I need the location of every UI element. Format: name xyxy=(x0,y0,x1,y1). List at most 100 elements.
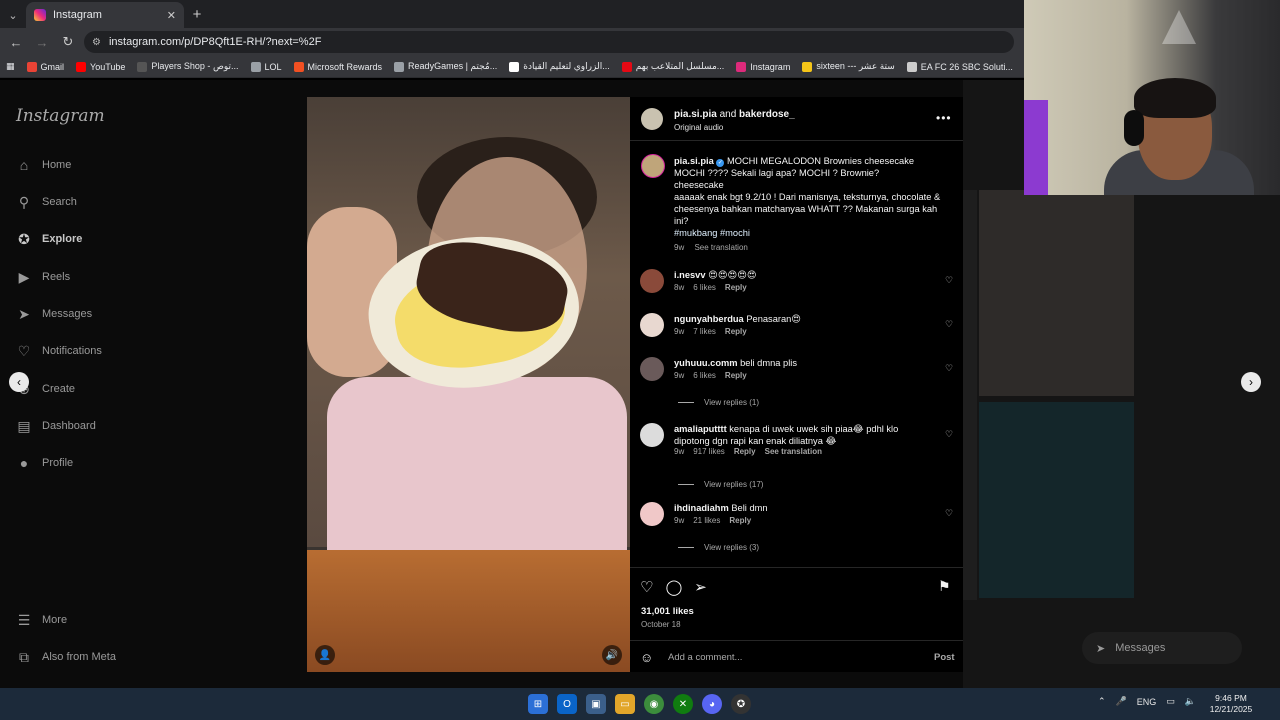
commenter-username[interactable]: amaliaputttt xyxy=(674,424,727,434)
sidebar-item-explore[interactable]: ✪ Explore xyxy=(16,231,82,247)
caption-hashtags[interactable]: #mukbang #mochi xyxy=(674,228,750,238)
sidebar-item-messages[interactable]: ➤ Messages xyxy=(16,306,92,322)
bookmark-item[interactable]: LOL xyxy=(250,61,282,72)
microphone-icon[interactable]: 🎤 xyxy=(1116,696,1127,707)
reply-button[interactable]: Reply xyxy=(725,371,747,380)
bookmark-item[interactable]: Microsoft Rewards xyxy=(293,61,382,72)
comment-likes[interactable]: 917 likes xyxy=(693,447,725,456)
site-info-icon[interactable]: ⚙ xyxy=(92,37,101,48)
authors-conjunction: and xyxy=(719,109,737,120)
start-windows-icon[interactable]: ⊞ xyxy=(528,694,548,714)
comment-likes[interactable]: 21 likes xyxy=(693,516,720,525)
sidebar-item-profile[interactable]: ● Profile xyxy=(16,455,73,471)
bookmark-item[interactable]: YouTube xyxy=(76,61,125,72)
commenter-avatar[interactable] xyxy=(640,269,664,293)
likes-count[interactable]: 31,001 likes xyxy=(641,606,694,617)
comment-icon[interactable]: ◯ xyxy=(665,578,682,596)
audio-link[interactable]: Original audio xyxy=(674,123,723,132)
post-comment-button[interactable]: Post xyxy=(934,652,955,663)
sidebar-item-reels[interactable]: ▶ Reels xyxy=(16,269,71,285)
language-indicator[interactable]: ENG xyxy=(1137,697,1157,707)
store-icon[interactable]: ▣ xyxy=(586,694,606,714)
commenter-username[interactable]: ngunyahberdua xyxy=(674,314,744,324)
comment-like-heart-icon[interactable]: ♡ xyxy=(945,508,953,519)
like-heart-icon[interactable]: ♡ xyxy=(640,578,653,596)
outlook-icon[interactable]: O xyxy=(557,694,577,714)
previous-post-button[interactable]: ‹ xyxy=(9,372,29,392)
next-post-button[interactable]: › xyxy=(1241,372,1261,392)
comment-like-heart-icon[interactable]: ♡ xyxy=(945,429,953,440)
chevron-up-icon[interactable]: ⌃ xyxy=(1098,696,1106,707)
address-bar[interactable]: ⚙ instagram.com/p/DP8Qft1E-RH/?next=%2F xyxy=(84,31,1014,53)
bookmark-item[interactable]: Instagram xyxy=(736,61,790,72)
see-translation-link[interactable]: See translation xyxy=(694,243,747,252)
commenter-username[interactable]: i.nesvv xyxy=(674,270,706,280)
forward-arrow-icon[interactable]: → xyxy=(32,32,52,52)
sidebar-item-dashboard[interactable]: ▤ Dashboard xyxy=(16,418,95,434)
coauthor-link[interactable]: bakerdose_ xyxy=(739,109,795,120)
comment-likes[interactable]: 6 likes xyxy=(693,371,716,380)
bookmark-item[interactable]: Players Shop - توص... xyxy=(137,61,239,72)
new-tab-button[interactable]: + xyxy=(184,2,210,28)
commenter-avatar[interactable] xyxy=(640,502,664,526)
volume-icon[interactable]: 🔊 xyxy=(602,645,622,665)
comment-likes[interactable]: 7 likes xyxy=(693,327,716,336)
sidebar-item-more[interactable]: ☰ More xyxy=(16,612,67,628)
commenter-avatar[interactable] xyxy=(640,313,664,337)
tab-close-icon[interactable]: ✕ xyxy=(167,9,176,22)
sidebar-item-notifications[interactable]: ♡ Notifications xyxy=(16,343,102,359)
comment-like-heart-icon[interactable]: ♡ xyxy=(945,363,953,374)
network-icon[interactable]: ▭ xyxy=(1166,696,1175,707)
reload-icon[interactable]: ↻ xyxy=(58,32,78,52)
view-replies-button[interactable]: View replies (3) xyxy=(678,543,759,552)
reply-button[interactable]: Reply xyxy=(729,516,751,525)
sidebar-item-also-from-meta[interactable]: ⧉ Also from Meta xyxy=(16,649,116,665)
author-avatar[interactable] xyxy=(641,108,663,130)
xbox-icon[interactable]: ✕ xyxy=(673,694,693,714)
instagram-logo[interactable]: Instagram xyxy=(16,106,105,126)
more-options-icon[interactable]: ••• xyxy=(936,111,952,125)
see-translation-link[interactable]: See translation xyxy=(765,447,822,456)
apps-grid-icon[interactable]: ▦ xyxy=(6,61,15,72)
bookmark-item[interactable]: الزراوي لتعليم القيادة... xyxy=(509,61,610,72)
reply-button[interactable]: Reply xyxy=(725,283,747,292)
commenter-avatar[interactable] xyxy=(640,357,664,381)
bookmark-item[interactable]: ReadyGames | مُجتم... xyxy=(394,61,497,72)
author-link[interactable]: pia.si.pia xyxy=(674,109,717,120)
save-bookmark-icon[interactable]: ⚑ xyxy=(938,578,951,595)
tab-search-button[interactable]: ⌄ xyxy=(0,2,26,28)
commenter-username[interactable]: yuhuuu.comm xyxy=(674,358,738,368)
view-replies-button[interactable]: View replies (1) xyxy=(678,398,759,407)
reply-button[interactable]: Reply xyxy=(725,327,747,336)
caption-author-avatar[interactable] xyxy=(641,154,665,178)
commenter-username[interactable]: ihdinadiahm xyxy=(674,503,729,513)
sidebar-item-home[interactable]: ⌂ Home xyxy=(16,157,72,173)
comment-likes[interactable]: 6 likes xyxy=(693,283,716,292)
back-arrow-icon[interactable]: ← xyxy=(6,32,26,52)
clock[interactable]: 9:46 PM 12/21/2025 xyxy=(1206,693,1256,715)
emoji-icon[interactable]: ☺ xyxy=(640,650,653,665)
sidebar-item-search[interactable]: ⚲ Search xyxy=(16,194,77,210)
post-video[interactable]: 👤 🔊 xyxy=(307,97,630,672)
bookmark-item[interactable]: EA FC 26 SBC Soluti... xyxy=(906,61,1013,72)
tagged-user-icon[interactable]: 👤 xyxy=(315,645,335,665)
bookmark-item[interactable]: Gmail xyxy=(26,61,64,72)
comment-input[interactable]: Add a comment... xyxy=(668,652,742,663)
share-send-icon[interactable]: ➢ xyxy=(694,578,707,596)
chrome-icon[interactable]: ◉ xyxy=(644,694,664,714)
messages-floating-button[interactable]: ➤ Messages xyxy=(1082,632,1242,664)
riot-client-icon[interactable]: ✪ xyxy=(731,694,751,714)
reply-button[interactable]: Reply xyxy=(734,447,756,456)
comment-age: 9w xyxy=(674,371,685,380)
browser-tab-instagram[interactable]: Instagram ✕ xyxy=(26,2,184,28)
file-explorer-icon[interactable]: ▭ xyxy=(615,694,635,714)
discord-icon[interactable]: ◕ xyxy=(702,694,722,714)
commenter-avatar[interactable] xyxy=(640,423,664,447)
bookmark-item[interactable]: مسلسل المتلاعب بهم... xyxy=(621,61,724,72)
comment-like-heart-icon[interactable]: ♡ xyxy=(945,319,953,330)
bookmark-item[interactable]: sixteen --- ستة عشر xyxy=(802,61,895,72)
view-replies-button[interactable]: View replies (17) xyxy=(678,480,763,489)
caption-username[interactable]: pia.si.pia xyxy=(674,156,714,166)
speaker-icon[interactable]: 🔈 xyxy=(1185,696,1196,707)
comment-like-heart-icon[interactable]: ♡ xyxy=(945,275,953,286)
